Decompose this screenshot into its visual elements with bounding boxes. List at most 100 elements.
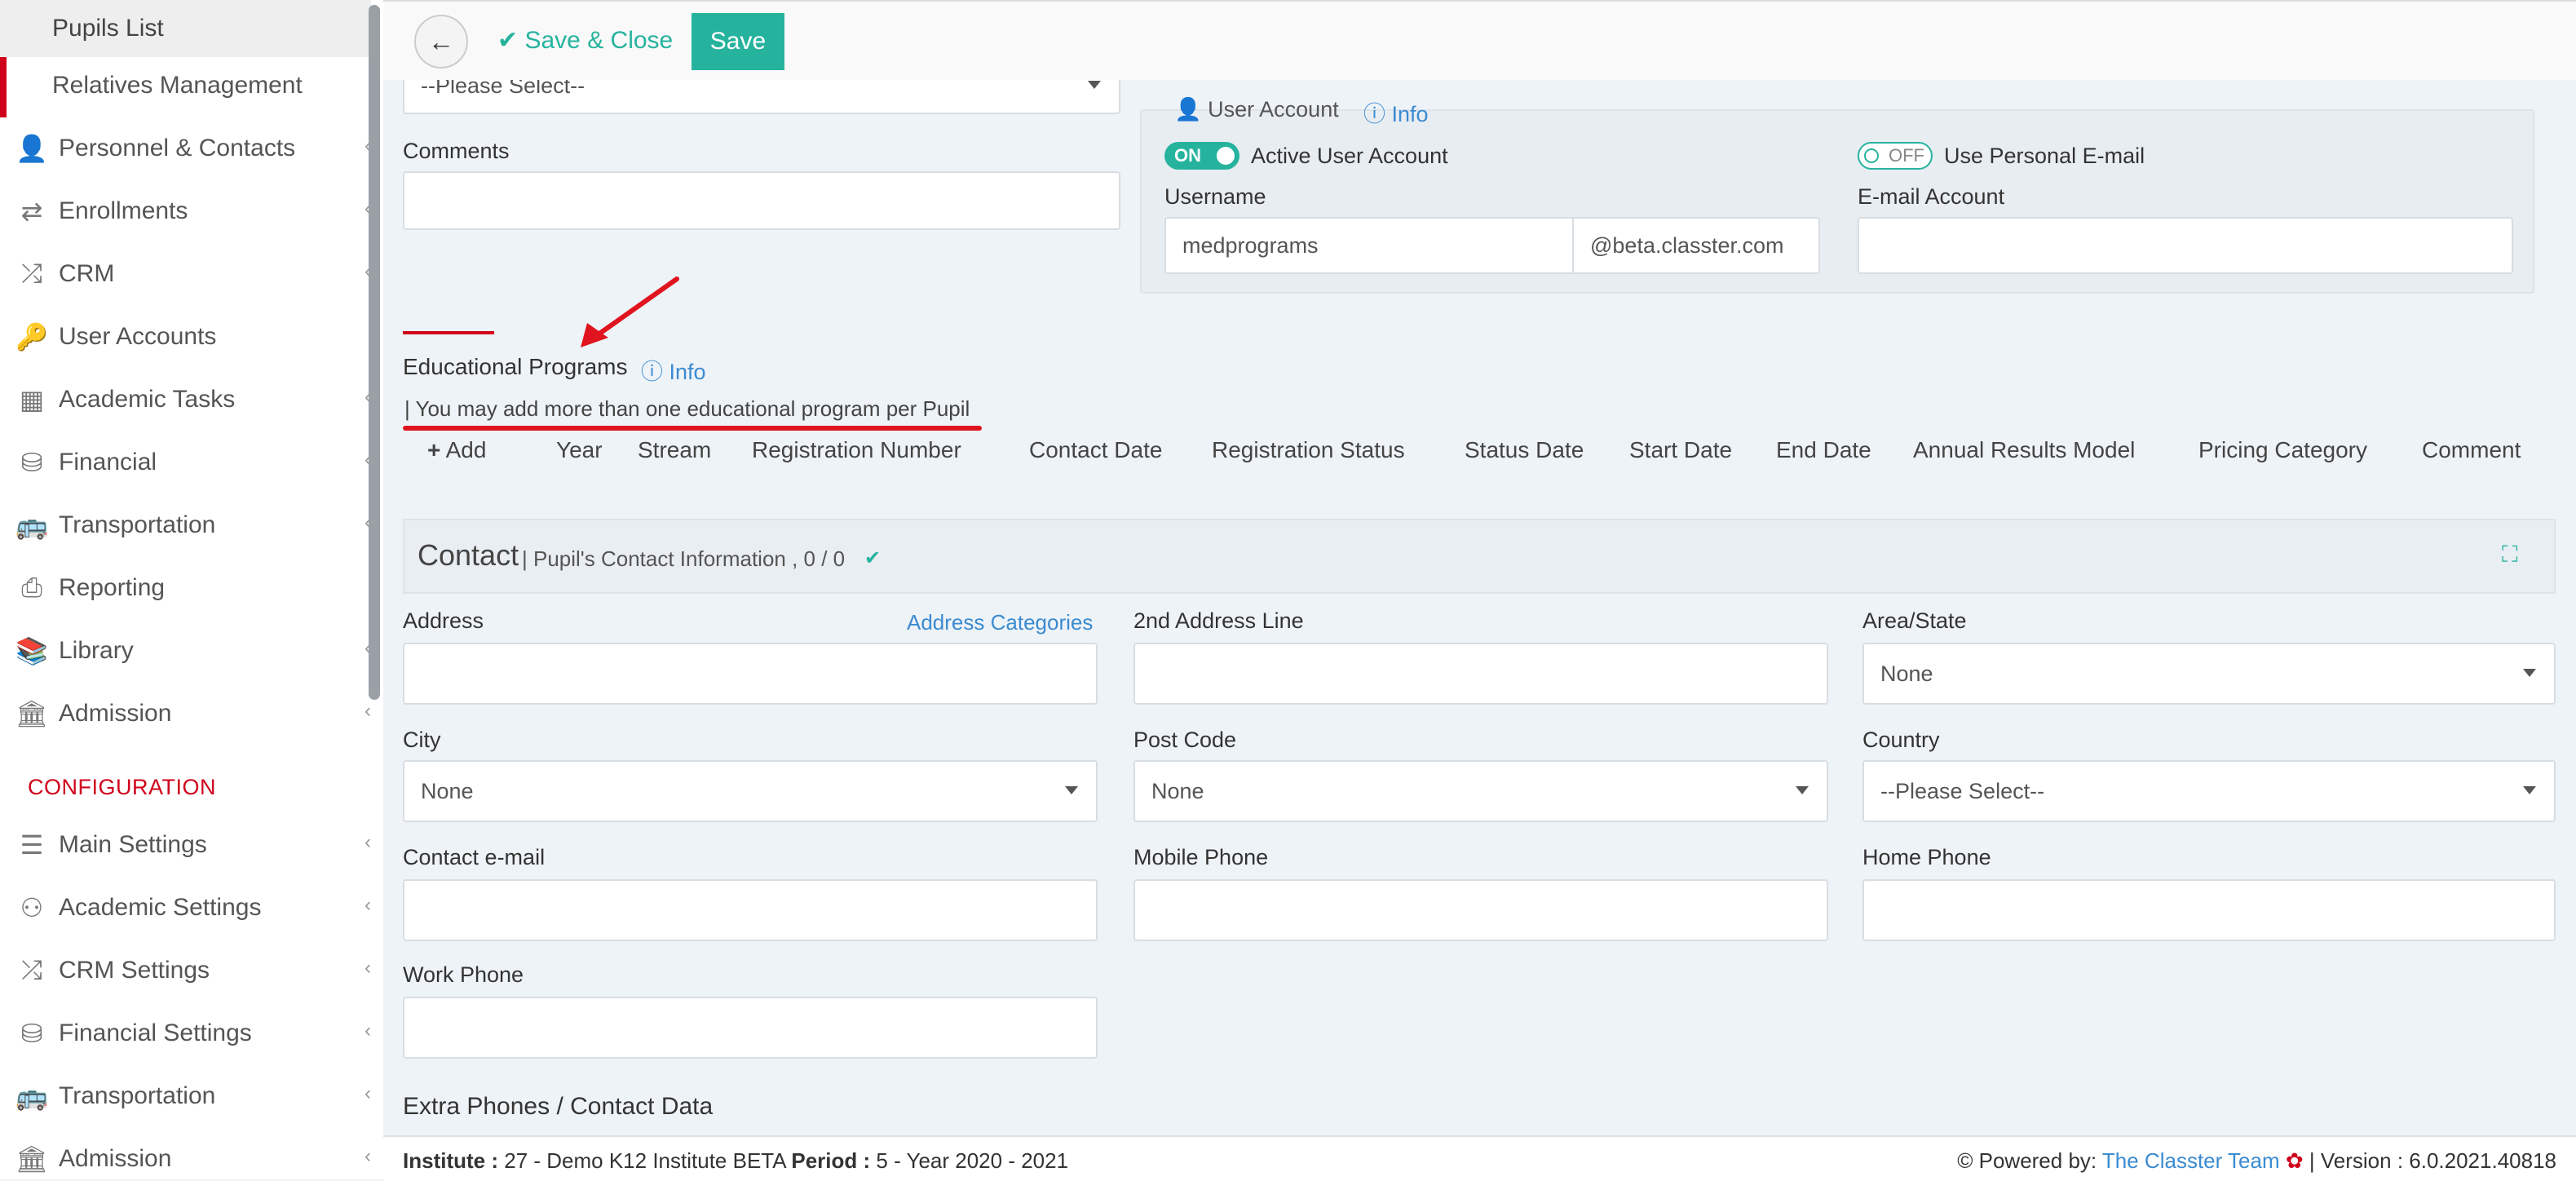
sidebar-item-label: Main Settings (59, 831, 207, 858)
institution-icon: 🏛 (15, 699, 49, 728)
shield-check-icon: ✔ (864, 547, 881, 569)
sidebar-item-academic-tasks[interactable]: ▦ Academic Tasks ‹ (0, 371, 371, 428)
email-account-input[interactable] (1858, 217, 2513, 274)
user-account-title-text: User Account (1208, 97, 1339, 122)
city-label: City (403, 728, 441, 752)
sidebar-item-admission-settings[interactable]: 🏛 Admission ‹ (0, 1130, 371, 1179)
column-header[interactable]: Start Date (1629, 437, 1732, 463)
chevron-down-icon (1065, 786, 1078, 794)
sidebar-item-label: Personnel & Contacts (59, 135, 296, 161)
sidebar-item-label: Transportation (59, 511, 216, 538)
contact-email-input[interactable] (403, 879, 1098, 941)
annotation-underline (403, 426, 982, 431)
comments-textarea[interactable] (403, 171, 1120, 230)
city-select[interactable]: None (403, 760, 1098, 822)
work-phone-input[interactable] (403, 997, 1098, 1059)
sidebar-item-pupils-list[interactable]: Pupils List (0, 0, 371, 57)
area-select[interactable]: None (1862, 643, 2556, 705)
user-account-title: 👤 User Account (1174, 96, 1339, 122)
info-label: Info (1391, 102, 1429, 126)
city-value: None (421, 778, 474, 803)
shuffle-icon: ⤮ (21, 955, 42, 984)
save-close-label: Save & Close (524, 27, 674, 54)
chevron-left-icon: ‹ (365, 1145, 371, 1167)
educational-programs-title: Educational Programs (403, 354, 628, 379)
sidebar-item-library[interactable]: 📚 Library ‹ (0, 622, 371, 679)
column-header[interactable]: Registration Status (1212, 437, 1405, 463)
map-marker-icon[interactable]: ⛶ (2502, 542, 2518, 568)
column-header[interactable]: Contact Date (1029, 437, 1162, 463)
bus-icon: 🚌 (15, 1081, 48, 1111)
add-label: Add (445, 437, 487, 462)
address-categories-link[interactable]: Address Categories (907, 610, 1093, 635)
sidebar: Pupils List Relatives Management 👤 Perso… (0, 0, 383, 1179)
sidebar-item-label: Academic Settings (59, 894, 262, 921)
sidebar-item-transportation-settings[interactable]: 🚌 Transportation ‹ (0, 1068, 371, 1125)
sidebar-item-user-accounts[interactable]: 🔑 User Accounts (0, 308, 371, 365)
user-account-info-link[interactable]: ⓘ Info (1363, 96, 1429, 128)
sidebar-item-label: Transportation (59, 1082, 216, 1109)
sidebar-item-reporting[interactable]: ⎙ Reporting (0, 560, 371, 617)
sidebar-item-financial[interactable]: ⛁ Financial ‹ (0, 434, 371, 491)
use-personal-email-toggle[interactable]: OFF (1858, 142, 1933, 170)
books-icon: 📚 (15, 636, 48, 666)
column-header[interactable]: Status Date (1465, 437, 1584, 463)
annotation-arrow (581, 276, 679, 347)
info-label: Info (669, 360, 706, 384)
column-header[interactable]: Registration Number (752, 437, 961, 463)
username-input[interactable]: medprograms (1164, 217, 1574, 274)
person-icon: 👤 (15, 134, 48, 163)
save-button[interactable]: Save (691, 13, 784, 70)
area-label: Area/State (1862, 608, 1967, 633)
sidebar-scrollbar[interactable] (369, 5, 380, 700)
column-header[interactable]: End Date (1776, 437, 1871, 463)
sidebar-item-main-settings[interactable]: ☰ Main Settings ‹ (0, 816, 371, 874)
add-program-button[interactable]: + Add (427, 437, 486, 463)
chevron-down-icon (1088, 81, 1101, 89)
sidebar-item-label: Admission (59, 700, 172, 727)
mobile-phone-input[interactable] (1133, 879, 1828, 941)
extra-phones-label: Extra Phones / Contact Data (403, 1093, 714, 1120)
active-user-account-toggle[interactable]: ON (1164, 142, 1239, 170)
toggle-state: ON (1174, 145, 1201, 166)
home-phone-input[interactable] (1862, 879, 2556, 941)
column-header[interactable]: Annual Results Model (1913, 437, 2135, 463)
sidebar-item-financial-settings[interactable]: ⛁ Financial Settings ‹ (0, 1005, 371, 1062)
sidebar-item-label: CRM (59, 260, 115, 287)
chevron-left-icon: ‹ (365, 700, 371, 722)
info-icon: ⓘ (1363, 102, 1385, 126)
work-phone-label: Work Phone (403, 962, 524, 987)
column-header[interactable]: Pricing Category (2198, 437, 2367, 463)
domain-value: @beta.classter.com (1590, 232, 1784, 258)
chevron-left-icon: ‹ (365, 1020, 371, 1042)
username-domain: @beta.classter.com (1572, 217, 1820, 274)
sidebar-item-admission[interactable]: 🏛 Admission ‹ (0, 685, 371, 742)
sidebar-item-crm[interactable]: ⤮ CRM ‹ (0, 245, 371, 303)
sidebar-item-label: Admission (59, 1145, 172, 1172)
address-input[interactable] (403, 643, 1098, 705)
address2-input[interactable] (1133, 643, 1828, 705)
chevron-down-icon (1796, 786, 1809, 794)
username-label: Username (1164, 184, 1266, 209)
sidebar-item-crm-settings[interactable]: ⤮ CRM Settings ‹ (0, 942, 371, 999)
save-close-button[interactable]: ✔ Save & Close (497, 26, 673, 55)
back-button[interactable]: ← (414, 15, 468, 69)
sidebar-item-relatives-management[interactable]: Relatives Management (0, 57, 371, 114)
key-icon: 🔑 (15, 322, 48, 352)
postcode-select[interactable]: None (1133, 760, 1828, 822)
sidebar-item-label: Pupils List (52, 15, 164, 42)
educational-programs-info-link[interactable]: ⓘ Info (641, 354, 706, 386)
printer-icon: ⎙ (21, 573, 42, 602)
country-select[interactable]: --Please Select-- (1862, 760, 2556, 822)
active-user-account-label: Active User Account (1251, 144, 1448, 168)
sidebar-item-transportation[interactable]: 🚌 Transportation ‹ (0, 497, 371, 554)
column-header[interactable]: Year (556, 437, 603, 463)
column-header[interactable]: Stream (638, 437, 711, 463)
column-header[interactable]: Comment (2422, 437, 2521, 463)
sidebar-item-enrollments[interactable]: ⇄ Enrollments ‹ (0, 183, 371, 240)
classter-team-link[interactable]: The Classter Team (2102, 1148, 2280, 1173)
sidebar-item-personnel[interactable]: 👤 Personnel & Contacts ‹ (0, 120, 371, 177)
sidebar-item-academic-settings[interactable]: ⚇ Academic Settings ‹ (0, 879, 371, 936)
address2-label: 2nd Address Line (1133, 608, 1304, 633)
country-label: Country (1862, 728, 1940, 752)
